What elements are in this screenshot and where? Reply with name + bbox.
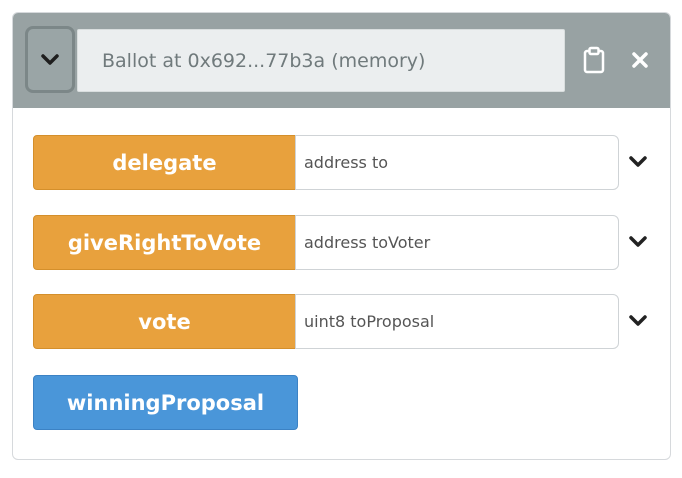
expand-give-right-to-vote-button[interactable]	[625, 229, 651, 255]
chevron-down-icon	[41, 53, 59, 65]
chevron-down-icon	[629, 236, 647, 247]
expand-vote-button[interactable]	[625, 308, 651, 334]
instance-header: Ballot at 0x692...77b3a (memory)	[13, 13, 670, 108]
delegate-button[interactable]: delegate	[33, 135, 296, 190]
remove-instance-button[interactable]	[625, 43, 655, 77]
collapse-instance-button[interactable]	[25, 26, 75, 93]
give-right-to-vote-input[interactable]	[295, 215, 619, 270]
winning-proposal-button[interactable]: winningProposal	[33, 375, 298, 430]
copy-address-button[interactable]	[579, 43, 609, 77]
function-row-delegate: delegate	[33, 135, 655, 191]
instance-title[interactable]: Ballot at 0x692...77b3a (memory)	[77, 29, 565, 92]
function-row-giverighttovote: giveRightToVote	[33, 215, 655, 271]
expand-delegate-button[interactable]	[625, 149, 651, 175]
chevron-down-icon	[629, 315, 647, 326]
give-right-to-vote-button[interactable]: giveRightToVote	[33, 215, 296, 270]
chevron-down-icon	[629, 156, 647, 167]
vote-input[interactable]	[295, 294, 619, 349]
function-row-vote: vote	[33, 294, 655, 350]
close-icon	[632, 52, 648, 68]
contract-instance-panel: Ballot at 0x692...77b3a (memory) delegat…	[12, 12, 671, 460]
delegate-input[interactable]	[295, 135, 619, 190]
clipboard-icon	[583, 46, 605, 74]
vote-button[interactable]: vote	[33, 294, 296, 349]
